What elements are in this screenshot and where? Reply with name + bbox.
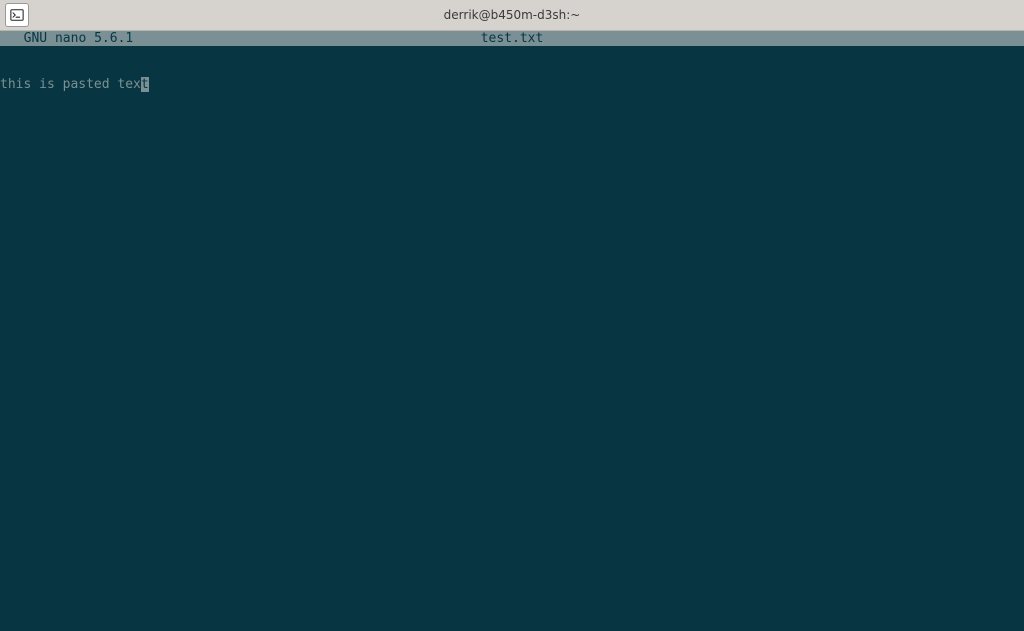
nano-editor-area[interactable]: this is pasted text [0,46,1024,631]
nano-filename: test.txt [481,31,544,46]
terminal-body[interactable]: GNU nano 5.6.1 test.txt this is pasted t… [0,31,1024,631]
nano-app-name: GNU nano 5.6.1 [0,31,133,46]
terminal-icon [10,8,24,22]
nano-header-bar: GNU nano 5.6.1 test.txt [0,31,1024,46]
terminal-menu-button[interactable] [5,3,29,27]
window-title: derrik@b450m-d3sh:~ [444,8,581,22]
window-titlebar: derrik@b450m-d3sh:~ [0,0,1024,31]
editor-content: this is pasted tex [0,77,141,93]
editor-line: this is pasted text [0,77,1024,92]
editor-cursor: t [141,77,149,93]
terminal-window: derrik@b450m-d3sh:~ GNU nano 5.6.1 test.… [0,0,1024,631]
